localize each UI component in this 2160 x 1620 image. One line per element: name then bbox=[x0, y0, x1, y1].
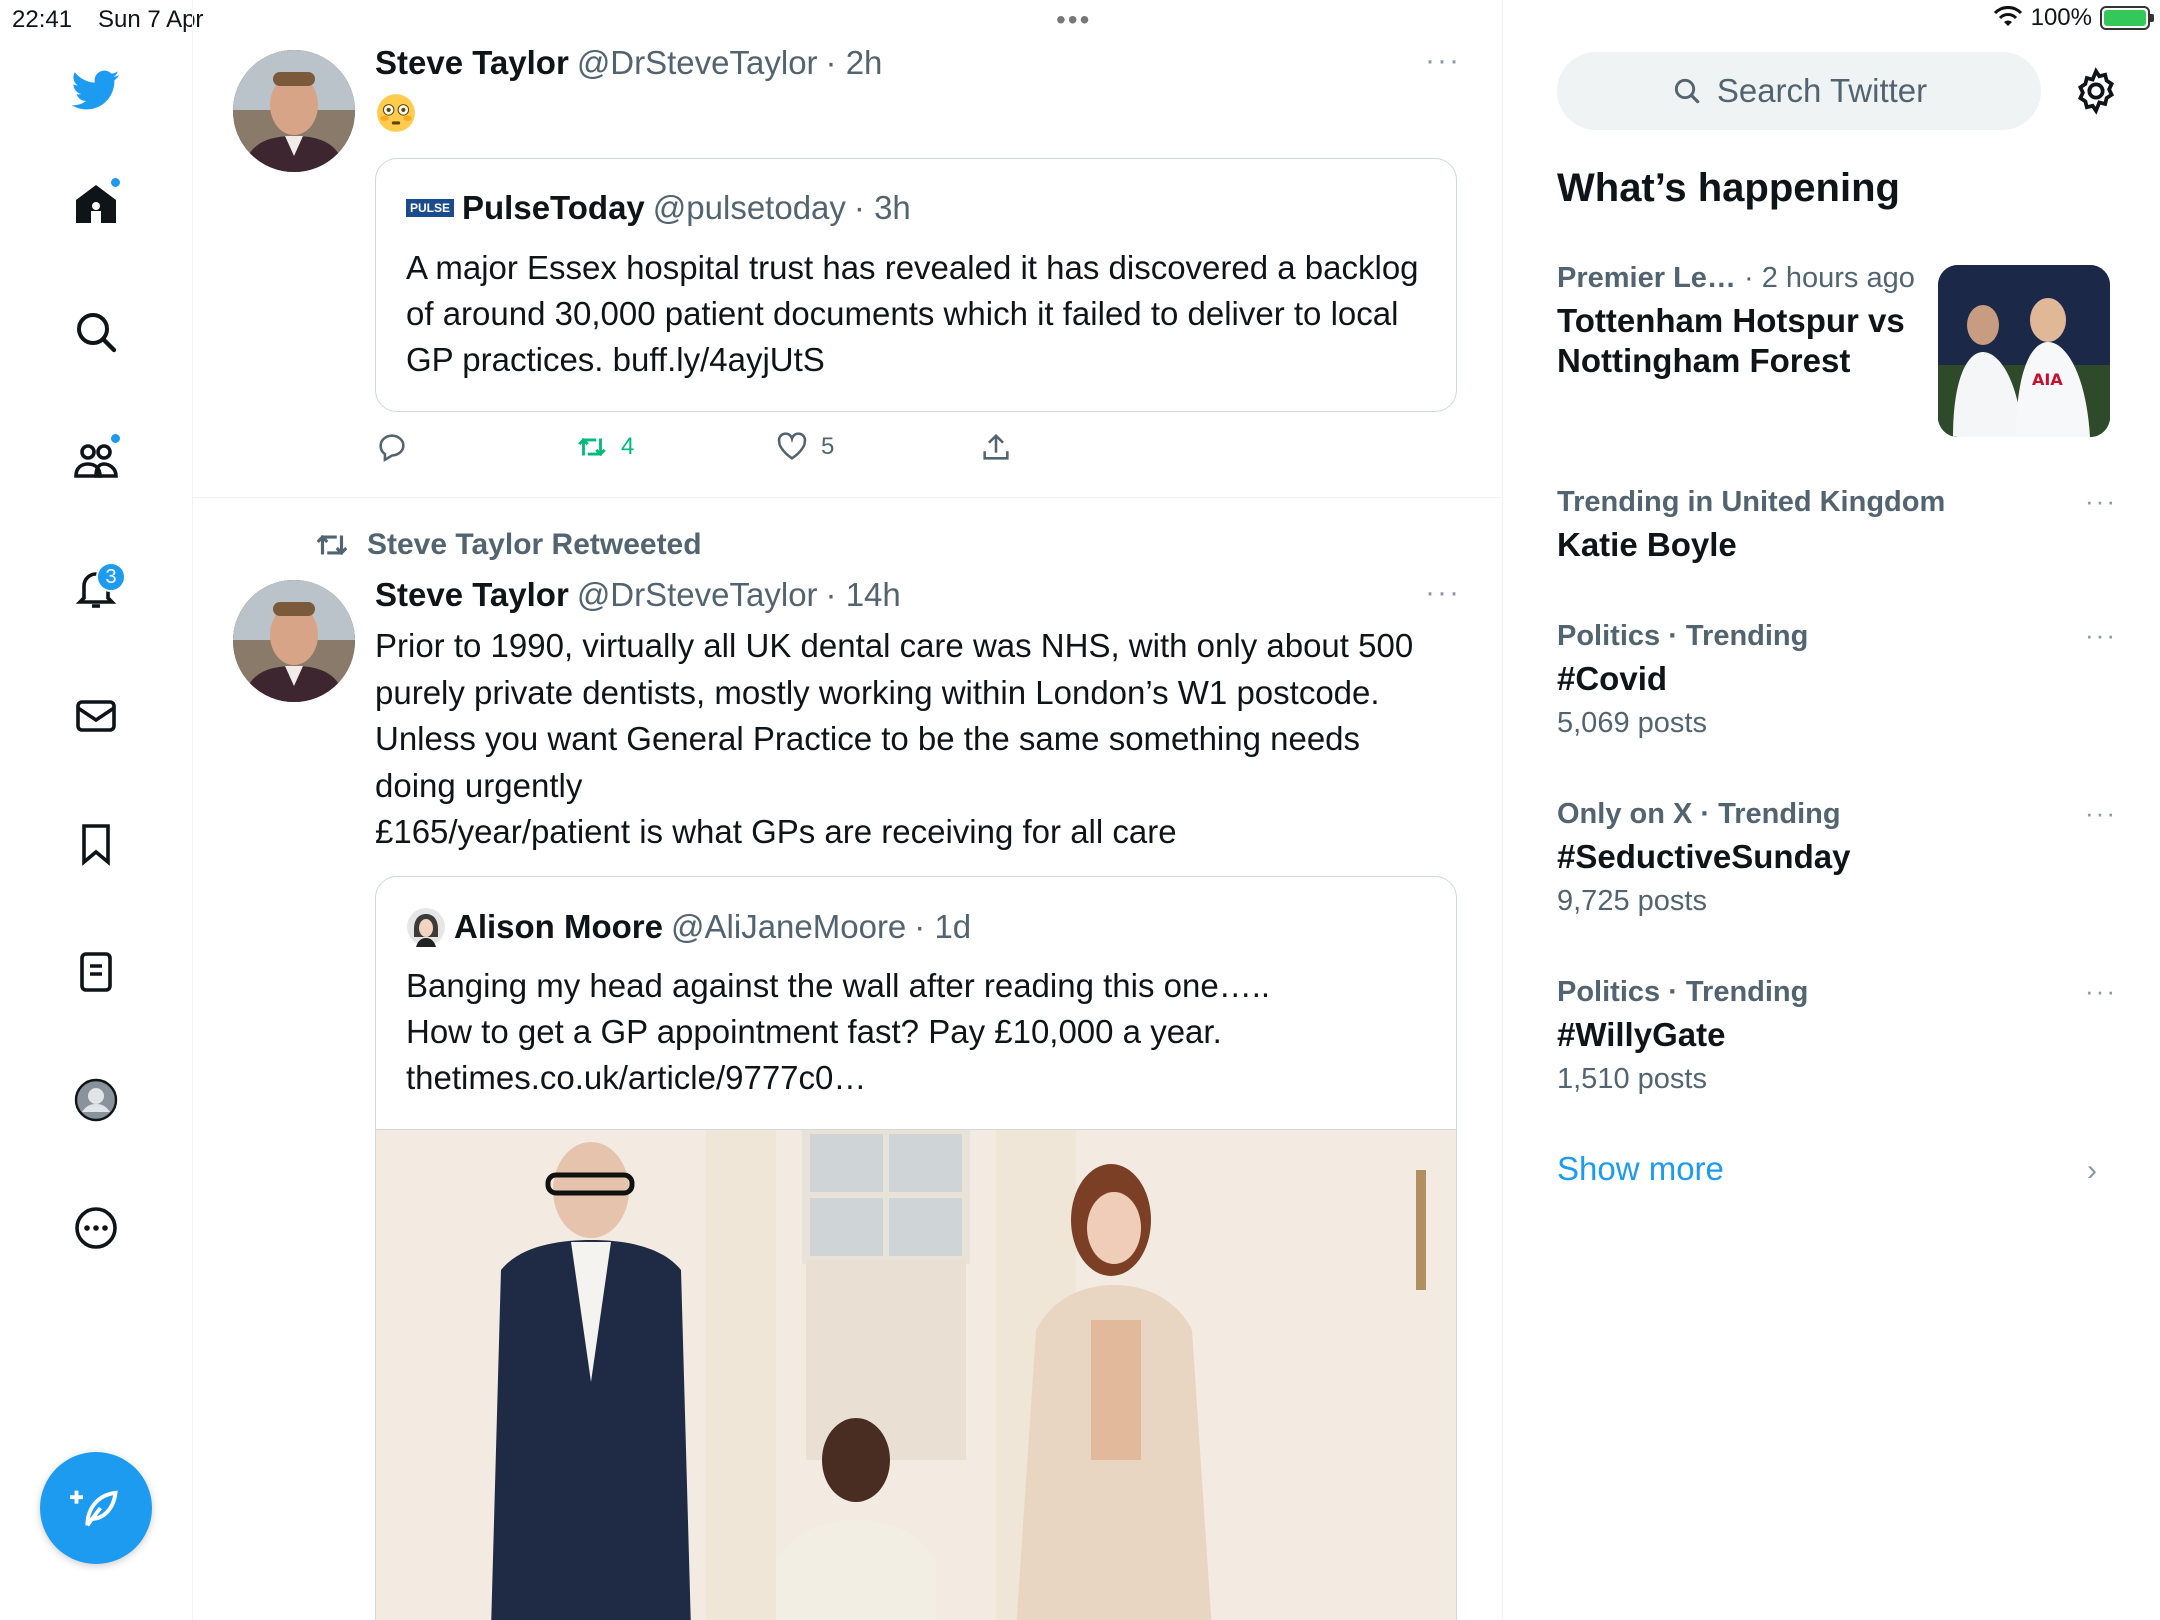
retweet-button[interactable]: 4 bbox=[575, 430, 634, 464]
trend-more-button[interactable]: ··· bbox=[2085, 620, 2117, 651]
trend-item[interactable]: Trending in United Kingdom Katie Boyle ·… bbox=[1557, 486, 2117, 565]
avatar[interactable] bbox=[233, 580, 355, 702]
quoted-text-line: Banging my head against the wall after r… bbox=[406, 967, 1271, 1004]
retweeted-indicator: Steve Taylor Retweeted bbox=[313, 526, 702, 564]
quoted-tweet-time: · 1d bbox=[914, 908, 972, 945]
trend-title: #SeductiveSunday bbox=[1557, 838, 1851, 875]
show-more-link[interactable]: Show more bbox=[1557, 1150, 1724, 1188]
author-name[interactable]: Steve Taylor bbox=[375, 44, 569, 82]
tweet-time[interactable]: · 14h bbox=[826, 576, 901, 614]
communities-icon[interactable] bbox=[64, 428, 128, 492]
quoted-text-line: thetimes.co.uk/article/9777c0… bbox=[406, 1059, 867, 1096]
whats-happening-heading: What’s happening bbox=[1557, 166, 1900, 210]
tweet-more-button[interactable]: ··· bbox=[1425, 576, 1461, 610]
tweet-more-button[interactable]: ··· bbox=[1425, 44, 1461, 78]
bookmark-icon[interactable] bbox=[64, 812, 128, 876]
timeline: Steve Taylor @DrSteveTaylor · 2h ··· PUL… bbox=[193, 0, 1503, 1620]
like-count: 5 bbox=[821, 433, 835, 460]
retweet-count: 4 bbox=[621, 433, 635, 460]
quoted-tweet-time: · 3h bbox=[853, 189, 911, 226]
right-sidebar: Search Twitter What’s happening Premier … bbox=[1503, 0, 2160, 1620]
quoted-tweet-image[interactable] bbox=[376, 1126, 1456, 1620]
quoted-tweet[interactable]: PULSE PulseToday @pulsetoday · 3h A majo… bbox=[375, 158, 1457, 412]
trend-category: Premier Le… bbox=[1557, 262, 1736, 294]
quoted-text-line: How to get a GP appointment fast? Pay £1… bbox=[406, 1013, 1222, 1050]
reply-button[interactable] bbox=[375, 430, 409, 464]
author-handle[interactable]: @DrSteveTaylor bbox=[577, 44, 818, 82]
more-circle-icon[interactable] bbox=[64, 1196, 128, 1260]
pulse-logo-icon: PULSE bbox=[406, 199, 455, 217]
reply-icon bbox=[379, 434, 405, 463]
retweet-icon bbox=[578, 437, 606, 457]
trend-item[interactable]: Only on X · Trending #SeductiveSunday 9,… bbox=[1557, 798, 2117, 918]
tweet-time[interactable]: · 2h bbox=[826, 44, 883, 82]
twitter-logo-icon[interactable] bbox=[64, 58, 128, 122]
lists-icon[interactable] bbox=[64, 940, 128, 1004]
trend-item[interactable]: Politics · Trending #Covid 5,069 posts ·… bbox=[1557, 620, 2117, 740]
svg-text:AIA: AIA bbox=[2032, 370, 2063, 389]
tweet-text-line: Unless you want General Practice to be t… bbox=[375, 720, 1361, 757]
avatar bbox=[407, 908, 445, 947]
tweet-text: Prior to 1990, virtually all UK dental c… bbox=[375, 623, 1465, 856]
trend-meta: Trending in United Kingdom bbox=[1557, 486, 1946, 518]
bell-icon[interactable]: 3 bbox=[64, 556, 128, 620]
share-icon bbox=[983, 433, 1009, 460]
retweeted-by-label[interactable]: Steve Taylor Retweeted bbox=[367, 528, 702, 562]
quoted-author-name: Alison Moore bbox=[454, 908, 664, 945]
trend-more-button[interactable]: ··· bbox=[2085, 976, 2117, 1007]
chevron-right-icon[interactable]: › bbox=[2087, 1154, 2097, 1188]
trend-title: #Covid bbox=[1557, 660, 1668, 697]
trend-more-button[interactable]: ··· bbox=[2085, 486, 2117, 517]
gear-icon[interactable] bbox=[2071, 66, 2121, 116]
quoted-author-handle: @AliJaneMoore bbox=[671, 908, 907, 945]
retweet-icon bbox=[316, 534, 348, 556]
avatar[interactable] bbox=[233, 50, 355, 172]
left-nav: 3 bbox=[0, 0, 193, 1620]
search-input[interactable]: Search Twitter bbox=[1557, 52, 2041, 130]
trend-count: 1,510 posts bbox=[1557, 1063, 1707, 1095]
quoted-tweet-text: Banging my head against the wall after r… bbox=[406, 963, 1426, 1101]
tweet[interactable]: Steve Taylor Retweeted Steve Taylor @DrS… bbox=[193, 498, 1502, 1620]
trend-time: · 2 hours ago bbox=[1735, 262, 1915, 294]
like-icon bbox=[777, 432, 807, 460]
tweet-text-line: Prior to 1990, virtually all UK dental c… bbox=[375, 627, 1414, 664]
search-icon bbox=[1674, 78, 1700, 104]
home-icon[interactable] bbox=[64, 172, 128, 236]
home-unread-dot bbox=[109, 176, 122, 189]
quoted-tweet[interactable]: Alison Moore @AliJaneMoore · 1d Banging … bbox=[375, 876, 1457, 1620]
author-name[interactable]: Steve Taylor bbox=[375, 576, 569, 614]
author-handle[interactable]: @DrSteveTaylor bbox=[577, 576, 818, 614]
search-icon[interactable] bbox=[64, 300, 128, 364]
trend-more-button[interactable]: ··· bbox=[2085, 798, 2117, 829]
tweet-text-line: doing urgently bbox=[375, 766, 583, 804]
trend-count: 5,069 posts bbox=[1557, 707, 1707, 739]
trend-thumbnail[interactable]: AIA bbox=[1938, 265, 2110, 437]
trend-title: #WillyGate bbox=[1557, 1016, 1726, 1053]
trend-item[interactable]: Politics · Trending #WillyGate 1,510 pos… bbox=[1557, 976, 2117, 1096]
like-button[interactable]: 5 bbox=[775, 430, 834, 464]
tweet-actions: 4 5 bbox=[375, 430, 1075, 470]
compose-button[interactable] bbox=[40, 1452, 152, 1564]
compose-icon bbox=[70, 1490, 118, 1527]
trend-meta: Politics · Trending bbox=[1557, 976, 1809, 1008]
flushed-face-emoji-icon bbox=[377, 94, 415, 132]
tweet-text-line: purely private dentists, mostly working … bbox=[375, 673, 1380, 711]
notifications-badge: 3 bbox=[96, 562, 126, 592]
tweet-text-line: £165/year/patient is what GPs are receiv… bbox=[375, 813, 1177, 850]
quoted-author-handle: @pulsetoday bbox=[652, 189, 846, 226]
share-button[interactable] bbox=[979, 430, 1013, 464]
trend-meta: Only on X · Trending bbox=[1557, 798, 1841, 830]
tweet[interactable]: Steve Taylor @DrSteveTaylor · 2h ··· PUL… bbox=[193, 30, 1502, 498]
communities-unread-dot bbox=[109, 432, 122, 445]
quoted-tweet-text: A major Essex hospital trust has reveale… bbox=[406, 249, 1419, 378]
trend-count: 9,725 posts bbox=[1557, 885, 1707, 917]
trend-meta: Politics · Trending bbox=[1557, 620, 1809, 652]
quoted-author-name: PulseToday bbox=[462, 189, 645, 226]
trend-title: Katie Boyle bbox=[1557, 526, 1737, 563]
mail-icon[interactable] bbox=[64, 684, 128, 748]
profile-icon[interactable] bbox=[64, 1068, 128, 1132]
search-placeholder: Search Twitter bbox=[1716, 72, 1928, 109]
